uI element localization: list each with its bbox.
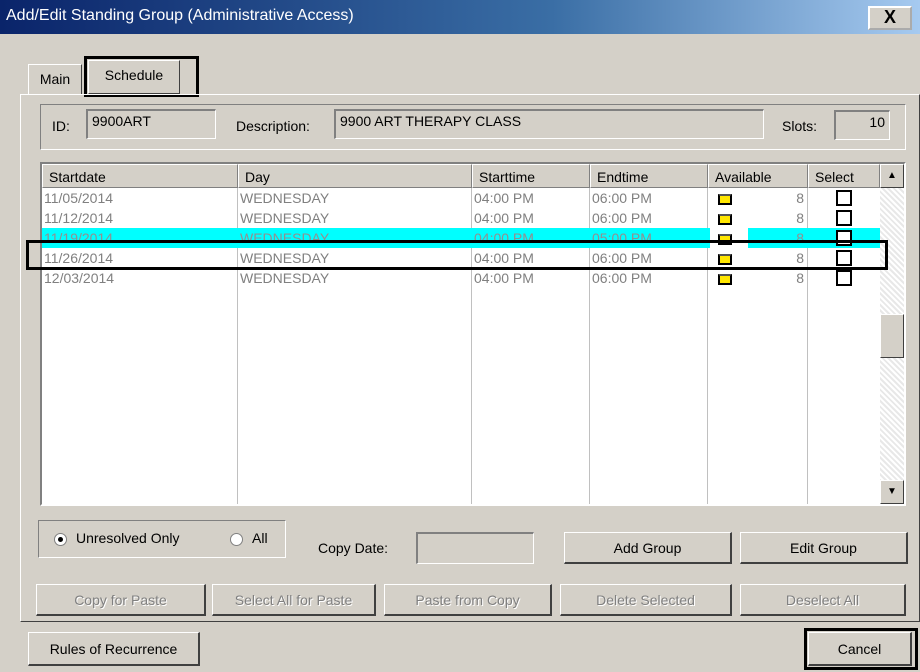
cell-available: 8 — [796, 270, 804, 286]
description-field[interactable]: 9900 ART THERAPY CLASS — [334, 109, 764, 139]
deselect-all-button[interactable]: Deselect All — [740, 584, 906, 616]
table-row[interactable]: 11/12/2014 WEDNESDAY 04:00 PM 06:00 PM 8 — [42, 208, 880, 228]
select-checkbox[interactable] — [836, 270, 852, 286]
scroll-up-button[interactable]: ▲ — [880, 164, 904, 188]
cell-startdate: 11/12/2014 — [44, 210, 114, 226]
copy-date-label: Copy Date: — [318, 540, 389, 556]
all-label: All — [252, 530, 268, 546]
rules-of-recurrence-button[interactable]: Rules of Recurrence — [28, 632, 200, 666]
col-header-day[interactable]: Day — [238, 164, 472, 188]
unresolved-only-label: Unresolved Only — [76, 530, 180, 546]
cell-available: 8 — [796, 210, 804, 226]
cell-day: WEDNESDAY — [240, 210, 330, 226]
cancel-highlight-box — [804, 628, 918, 670]
slots-label: Slots: — [782, 118, 818, 134]
cell-endtime: 06:00 PM — [592, 190, 652, 206]
id-field[interactable]: 9900ART — [86, 109, 216, 139]
slots-field[interactable]: 10 — [834, 110, 890, 140]
select-checkbox[interactable] — [836, 210, 852, 226]
cell-available: 8 — [796, 190, 804, 206]
paste-from-copy-button[interactable]: Paste from Copy — [384, 584, 552, 616]
copy-date-field[interactable] — [416, 532, 534, 564]
cell-startdate: 11/05/2014 — [44, 190, 114, 206]
cell-starttime: 04:00 PM — [474, 270, 534, 286]
row-highlight-box — [26, 240, 888, 270]
tab-main-label: Main — [39, 71, 71, 87]
col-header-endtime[interactable]: Endtime — [590, 164, 708, 188]
select-checkbox[interactable] — [836, 190, 852, 206]
table-row[interactable]: 12/03/2014 WEDNESDAY 04:00 PM 06:00 PM 8 — [42, 268, 880, 288]
arrow-down-icon: ▼ — [887, 486, 897, 497]
col-header-startdate[interactable]: Startdate — [42, 164, 238, 188]
available-slot-icon — [718, 194, 732, 205]
available-slot-icon — [718, 274, 732, 285]
col-header-starttime[interactable]: Starttime — [472, 164, 590, 188]
copy-for-paste-button[interactable]: Copy for Paste — [36, 584, 206, 616]
edit-group-button[interactable]: Edit Group — [740, 532, 908, 564]
col-header-select[interactable]: Select — [808, 164, 880, 188]
delete-selected-button[interactable]: Delete Selected — [560, 584, 732, 616]
tab-main[interactable]: Main — [28, 64, 82, 94]
id-label: ID: — [52, 118, 70, 134]
cell-day: WEDNESDAY — [240, 190, 330, 206]
vertical-scrollbar[interactable]: ▲ ▼ — [880, 164, 904, 504]
col-header-available[interactable]: Available — [708, 164, 808, 188]
description-label: Description: — [236, 118, 310, 134]
close-button[interactable]: X — [868, 6, 912, 30]
radio-dot — [58, 537, 63, 542]
add-group-button[interactable]: Add Group — [564, 532, 732, 564]
table-row[interactable]: 11/05/2014 WEDNESDAY 04:00 PM 06:00 PM 8 — [42, 188, 880, 208]
arrow-up-icon: ▲ — [887, 170, 897, 181]
all-radio[interactable] — [230, 533, 243, 546]
available-slot-icon — [718, 214, 732, 225]
schedule-grid[interactable]: Startdate Day Starttime Endtime Availabl… — [40, 162, 906, 506]
scroll-down-button[interactable]: ▼ — [880, 480, 904, 504]
cell-starttime: 04:00 PM — [474, 210, 534, 226]
select-all-for-paste-button[interactable]: Select All for Paste — [212, 584, 376, 616]
cell-endtime: 06:00 PM — [592, 270, 652, 286]
unresolved-only-radio[interactable] — [54, 533, 67, 546]
window-title: Add/Edit Standing Group (Administrative … — [6, 7, 354, 24]
cell-startdate: 12/03/2014 — [44, 270, 115, 286]
tab-highlight-box — [84, 56, 199, 97]
scroll-thumb[interactable] — [880, 314, 904, 358]
cell-starttime: 04:00 PM — [474, 190, 534, 206]
cell-endtime: 06:00 PM — [592, 210, 652, 226]
cell-day: WEDNESDAY — [240, 270, 330, 286]
